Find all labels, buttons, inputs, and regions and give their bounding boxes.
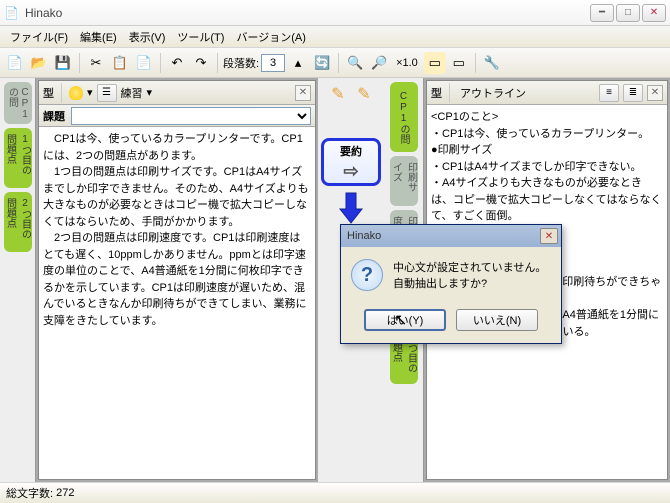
dialog-titlebar: Hinako ✕ — [341, 225, 561, 247]
confirm-dialog: Hinako ✕ ? 中心文が設定されていません。 自動抽出しますか? はい(Y… — [340, 224, 562, 344]
dialog-line1: 中心文が設定されていません。 — [393, 259, 546, 275]
dialog-no-button[interactable]: いいえ(N) — [456, 309, 538, 331]
dialog-line2: 自動抽出しますか? — [393, 275, 546, 291]
dialog-yes-button[interactable]: はい(Y) — [364, 309, 446, 331]
dialog-message: 中心文が設定されていません。 自動抽出しますか? — [393, 259, 546, 291]
dialog-close-button[interactable]: ✕ — [540, 228, 558, 244]
question-icon: ? — [351, 259, 383, 291]
dialog-overlay: Hinako ✕ ? 中心文が設定されていません。 自動抽出しますか? はい(Y… — [0, 0, 670, 503]
dialog-title-text: Hinako — [347, 230, 381, 242]
